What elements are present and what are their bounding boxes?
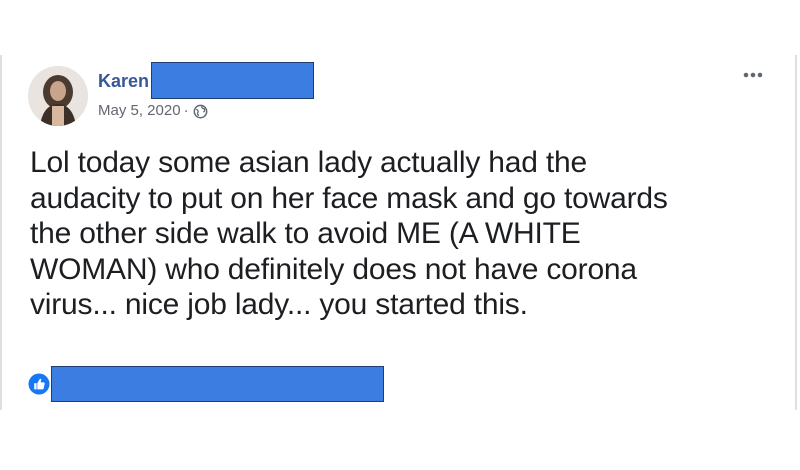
post-timestamp[interactable]: May 5, 2020: [98, 102, 181, 120]
globe-icon[interactable]: [193, 104, 208, 119]
post-meta: May 5, 2020 ·: [98, 102, 208, 120]
post-text-line: Lol today some asian lady actually had t…: [30, 146, 587, 179]
post-text-line: audacity to put on her face mask and go …: [30, 181, 668, 215]
more-options-icon[interactable]: [740, 68, 768, 80]
like-icon[interactable]: [28, 373, 50, 395]
author-name-link[interactable]: Karen: [98, 70, 149, 92]
meta-separator: ·: [183, 102, 189, 119]
post-text-line: the other side walk to avoid ME (A WHITE: [30, 217, 581, 250]
post-text-line: virus... nice job lady... you started th…: [30, 288, 528, 321]
redaction-box-name: [151, 62, 314, 99]
card-left-border: [0, 55, 2, 410]
facebook-post-card: Karen May 5, 2020 · Lol today some asian…: [0, 0, 800, 470]
author-row: Karen: [98, 62, 149, 102]
post-text-line: WOMAN) who definitely does not have coro…: [30, 252, 637, 286]
avatar[interactable]: [28, 66, 88, 126]
card-right-border: [795, 55, 797, 410]
post-body-text: Lol today some asian lady actually had t…: [30, 145, 780, 323]
redaction-box-reactions: [51, 366, 384, 402]
